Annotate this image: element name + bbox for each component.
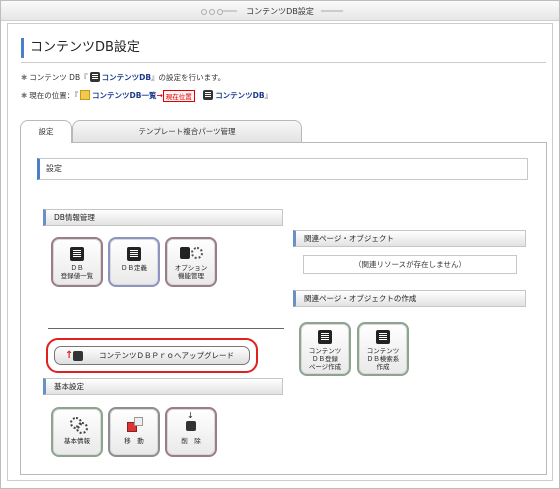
title-bar-divider (321, 10, 343, 12)
current-position-badge: 現在位置 (162, 90, 195, 102)
page-title: コンテンツDB設定 (21, 38, 140, 58)
gears-icon (70, 417, 88, 434)
breadcrumb-db-list-link[interactable]: コンテンツDB一覧 (92, 91, 156, 100)
main-content: コンテンツDB設定 ✱ コンテンツ DB『 コンテンツDB』の設定を行います。 ✱ 現… (7, 23, 553, 481)
create-db-search-button[interactable]: コンテンツ ＤＢ検索系 作成 (357, 322, 409, 376)
breadcrumb-label: 現在の位置：『 (29, 91, 79, 100)
info-prefix: コンテンツ DB『 (29, 73, 88, 82)
delete-icon (184, 412, 198, 431)
section-divider (48, 328, 284, 329)
button-label: 基本情報 (64, 437, 90, 445)
db-registered-list-button[interactable]: ＤＢ 登録値一覧 (51, 237, 103, 287)
button-label: ＤＢ定義 (121, 264, 147, 272)
tab-settings[interactable]: 設定 (20, 120, 72, 143)
db-info-section-header: DB情報管理 (43, 209, 283, 226)
button-label: ページ作成 (308, 363, 342, 371)
database-grid-icon (70, 247, 84, 261)
button-label: ＤＢ (70, 264, 84, 272)
upgrade-pro-button[interactable]: コンテンツＤＢＰｒｏへアップグレード (54, 346, 250, 365)
upgrade-highlight: コンテンツＤＢＰｒｏへアップグレード (46, 338, 258, 373)
settings-panel: 設定 DB情報管理 ＤＢ 登録値一覧 ＤＢ定義 オプション 機能管理 コン (20, 142, 547, 475)
bullet-icon: ✱ (21, 91, 28, 100)
button-label: 削 除 (181, 437, 201, 445)
info-line: ✱ コンテンツ DB『 コンテンツDB』の設定を行います。 (21, 72, 225, 83)
db-definition-button[interactable]: ＤＢ定義 (108, 237, 160, 287)
button-label: ＤＢ登録 (312, 355, 338, 363)
info-db-link[interactable]: コンテンツDB (102, 73, 151, 82)
app-window: コンテンツDB設定 コンテンツDB設定 ✱ コンテンツ DB『 コンテンツDB』の設… (0, 0, 560, 489)
breadcrumb-current: コンテンツDB (215, 91, 265, 100)
move-icon (127, 417, 143, 432)
delete-button[interactable]: 削 除 (165, 407, 217, 457)
create-related-section-header: 関連ページ・オブジェクトの作成 (293, 290, 526, 307)
button-label: ＤＢ検索系 (366, 355, 400, 363)
breadcrumb: ✱ 現在の位置：『 コンテンツDB一覧→ 現在位置 コンテンツDB』 (21, 90, 272, 102)
database-icon (203, 90, 214, 100)
upgrade-icon (65, 347, 89, 364)
title-divider (21, 62, 546, 63)
button-label: 登録値一覧 (60, 272, 94, 280)
folder-icon (80, 90, 91, 100)
button-label: コンテンツ (308, 347, 342, 355)
window-title: コンテンツDB設定 (246, 7, 314, 16)
related-empty-message: （関連リソースが存在しません） (303, 255, 517, 274)
create-db-register-page-button[interactable]: コンテンツ ＤＢ登録 ページ作成 (299, 322, 351, 376)
breadcrumb-end: 』 (264, 91, 273, 100)
tab-template-parts[interactable]: テンプレート複合パーツ管理 (72, 120, 302, 142)
related-objects-section-header: 関連ページ・オブジェクト (293, 230, 526, 247)
info-suffix: 』の設定を行います。 (151, 73, 226, 82)
options-gear-icon (180, 247, 203, 261)
button-label: 作成 (376, 363, 390, 371)
database-icon (89, 72, 100, 82)
basic-settings-section-header: 基本設定 (43, 378, 283, 395)
database-grid-icon (127, 247, 141, 261)
button-label: コンテンツ (366, 347, 400, 355)
search-page-icon (376, 330, 390, 344)
move-button[interactable]: 移 動 (108, 407, 160, 457)
button-label: 移 動 (124, 437, 144, 445)
settings-heading: 設定 (37, 158, 528, 180)
option-function-button[interactable]: オプション 機能管理 (165, 237, 217, 287)
basic-info-button[interactable]: 基本情報 (51, 407, 103, 457)
button-label: オプション (174, 264, 208, 272)
upgrade-label: コンテンツＤＢＰｒｏへアップグレード (99, 351, 234, 360)
bullet-icon: ✱ (21, 73, 28, 82)
title-bar: コンテンツDB設定 (1, 1, 559, 21)
register-page-icon (318, 330, 332, 344)
button-label: 機能管理 (178, 272, 204, 280)
